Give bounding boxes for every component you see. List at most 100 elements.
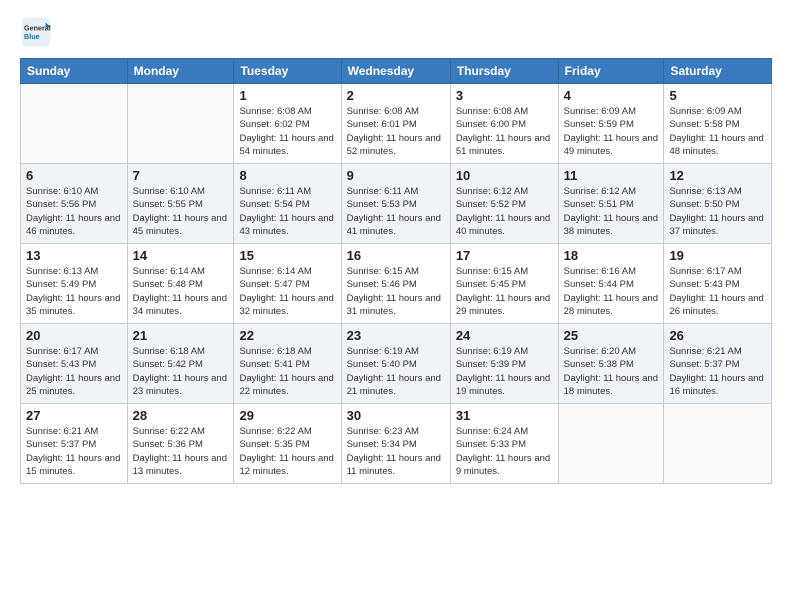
day-number: 28 (133, 408, 229, 423)
day-info: Sunrise: 6:23 AM Sunset: 5:34 PM Dayligh… (347, 425, 445, 478)
day-number: 20 (26, 328, 122, 343)
header: General Blue (20, 16, 772, 48)
calendar-cell: 26Sunrise: 6:21 AM Sunset: 5:37 PM Dayli… (664, 324, 772, 404)
calendar-cell (558, 404, 664, 484)
calendar-cell: 28Sunrise: 6:22 AM Sunset: 5:36 PM Dayli… (127, 404, 234, 484)
day-number: 27 (26, 408, 122, 423)
calendar-cell: 23 Sunrise: 6:19 AM Sunset: 5:40 PM Dayli… (341, 324, 450, 404)
day-number: 10 (456, 168, 553, 183)
day-info: Sunrise: 6:10 AM Sunset: 5:56 PM Dayligh… (26, 185, 122, 238)
week-row-3: 13 Sunrise: 6:13 AM Sunset: 5:49 PM Dayli… (21, 244, 772, 324)
calendar-cell: 2Sunrise: 6:08 AM Sunset: 6:01 PM Daylig… (341, 84, 450, 164)
day-info: Sunrise: 6:20 AM Sunset: 5:38 PM Dayligh… (564, 345, 659, 398)
calendar-cell: 1 Sunrise: 6:08 AM Sunset: 6:02 PM Daylig… (234, 84, 341, 164)
calendar-cell: 18 Sunrise: 6:16 AM Sunset: 5:44 PM Dayli… (558, 244, 664, 324)
day-number: 13 (26, 248, 122, 263)
day-info: Sunrise: 6:19 AM Sunset: 5:40 PM Dayligh… (347, 345, 445, 398)
day-info: Sunrise: 6:11 AM Sunset: 5:53 PM Dayligh… (347, 185, 445, 238)
day-info: Sunrise: 6:12 AM Sunset: 5:51 PM Dayligh… (564, 185, 659, 238)
calendar-cell: 27 Sunrise: 6:21 AM Sunset: 5:37 PM Dayli… (21, 404, 128, 484)
weekday-sunday: Sunday (21, 59, 128, 84)
weekday-monday: Monday (127, 59, 234, 84)
weekday-header-row: SundayMondayTuesdayWednesdayThursdayFrid… (21, 59, 772, 84)
week-row-2: 6 Sunrise: 6:10 AM Sunset: 5:56 PM Daylig… (21, 164, 772, 244)
day-number: 29 (239, 408, 335, 423)
logo: General Blue (20, 16, 56, 48)
day-number: 9 (347, 168, 445, 183)
weekday-wednesday: Wednesday (341, 59, 450, 84)
calendar-cell (21, 84, 128, 164)
calendar-cell: 12 Sunrise: 6:13 AM Sunset: 5:50 PM Dayli… (664, 164, 772, 244)
calendar-cell: 14 Sunrise: 6:14 AM Sunset: 5:48 PM Dayli… (127, 244, 234, 324)
calendar-cell: 5 Sunrise: 6:09 AM Sunset: 5:58 PM Daylig… (664, 84, 772, 164)
calendar-cell: 10 Sunrise: 6:12 AM Sunset: 5:52 PM Dayli… (450, 164, 558, 244)
day-number: 15 (239, 248, 335, 263)
day-number: 11 (564, 168, 659, 183)
day-info: Sunrise: 6:08 AM Sunset: 6:00 PM Dayligh… (456, 105, 553, 158)
calendar-cell: 24 Sunrise: 6:19 AM Sunset: 5:39 PM Dayli… (450, 324, 558, 404)
day-number: 2 (347, 88, 445, 103)
calendar-table: SundayMondayTuesdayWednesdayThursdayFrid… (20, 58, 772, 484)
calendar-cell: 29 Sunrise: 6:22 AM Sunset: 5:35 PM Dayli… (234, 404, 341, 484)
day-info: Sunrise: 6:24 AM Sunset: 5:33 PM Dayligh… (456, 425, 553, 478)
week-row-5: 27 Sunrise: 6:21 AM Sunset: 5:37 PM Dayli… (21, 404, 772, 484)
day-number: 18 (564, 248, 659, 263)
day-number: 1 (239, 88, 335, 103)
calendar-cell: 3Sunrise: 6:08 AM Sunset: 6:00 PM Daylig… (450, 84, 558, 164)
weekday-saturday: Saturday (664, 59, 772, 84)
day-info: Sunrise: 6:21 AM Sunset: 5:37 PM Dayligh… (26, 425, 122, 478)
day-info: Sunrise: 6:10 AM Sunset: 5:55 PM Dayligh… (133, 185, 229, 238)
day-number: 30 (347, 408, 445, 423)
day-info: Sunrise: 6:17 AM Sunset: 5:43 PM Dayligh… (669, 265, 766, 318)
calendar-cell (127, 84, 234, 164)
day-info: Sunrise: 6:09 AM Sunset: 5:59 PM Dayligh… (564, 105, 659, 158)
calendar-cell: 9 Sunrise: 6:11 AM Sunset: 5:53 PM Daylig… (341, 164, 450, 244)
day-info: Sunrise: 6:16 AM Sunset: 5:44 PM Dayligh… (564, 265, 659, 318)
day-info: Sunrise: 6:12 AM Sunset: 5:52 PM Dayligh… (456, 185, 553, 238)
calendar-cell: 7 Sunrise: 6:10 AM Sunset: 5:55 PM Daylig… (127, 164, 234, 244)
day-info: Sunrise: 6:18 AM Sunset: 5:42 PM Dayligh… (133, 345, 229, 398)
day-number: 8 (239, 168, 335, 183)
day-info: Sunrise: 6:18 AM Sunset: 5:41 PM Dayligh… (239, 345, 335, 398)
svg-text:Blue: Blue (24, 32, 40, 41)
calendar-cell: 17Sunrise: 6:15 AM Sunset: 5:45 PM Dayli… (450, 244, 558, 324)
day-number: 6 (26, 168, 122, 183)
weekday-tuesday: Tuesday (234, 59, 341, 84)
day-info: Sunrise: 6:15 AM Sunset: 5:46 PM Dayligh… (347, 265, 445, 318)
calendar-cell: 16 Sunrise: 6:15 AM Sunset: 5:46 PM Dayli… (341, 244, 450, 324)
calendar-cell: 8Sunrise: 6:11 AM Sunset: 5:54 PM Daylig… (234, 164, 341, 244)
calendar-cell: 30 Sunrise: 6:23 AM Sunset: 5:34 PM Dayli… (341, 404, 450, 484)
weekday-thursday: Thursday (450, 59, 558, 84)
day-info: Sunrise: 6:22 AM Sunset: 5:35 PM Dayligh… (239, 425, 335, 478)
day-info: Sunrise: 6:13 AM Sunset: 5:49 PM Dayligh… (26, 265, 122, 318)
day-info: Sunrise: 6:19 AM Sunset: 5:39 PM Dayligh… (456, 345, 553, 398)
day-number: 21 (133, 328, 229, 343)
day-number: 12 (669, 168, 766, 183)
day-info: Sunrise: 6:13 AM Sunset: 5:50 PM Dayligh… (669, 185, 766, 238)
day-number: 5 (669, 88, 766, 103)
day-number: 24 (456, 328, 553, 343)
calendar-cell: 22 Sunrise: 6:18 AM Sunset: 5:41 PM Dayli… (234, 324, 341, 404)
day-info: Sunrise: 6:17 AM Sunset: 5:43 PM Dayligh… (26, 345, 122, 398)
day-info: Sunrise: 6:08 AM Sunset: 6:02 PM Dayligh… (239, 105, 335, 158)
day-info: Sunrise: 6:14 AM Sunset: 5:48 PM Dayligh… (133, 265, 229, 318)
day-number: 23 (347, 328, 445, 343)
calendar-cell: 20 Sunrise: 6:17 AM Sunset: 5:43 PM Dayli… (21, 324, 128, 404)
calendar-cell: 19 Sunrise: 6:17 AM Sunset: 5:43 PM Dayli… (664, 244, 772, 324)
calendar-cell: 21 Sunrise: 6:18 AM Sunset: 5:42 PM Dayli… (127, 324, 234, 404)
day-number: 26 (669, 328, 766, 343)
week-row-1: 1 Sunrise: 6:08 AM Sunset: 6:02 PM Daylig… (21, 84, 772, 164)
day-number: 7 (133, 168, 229, 183)
day-info: Sunrise: 6:09 AM Sunset: 5:58 PM Dayligh… (669, 105, 766, 158)
calendar-cell: 13 Sunrise: 6:13 AM Sunset: 5:49 PM Dayli… (21, 244, 128, 324)
day-number: 17 (456, 248, 553, 263)
day-info: Sunrise: 6:14 AM Sunset: 5:47 PM Dayligh… (239, 265, 335, 318)
day-number: 19 (669, 248, 766, 263)
day-number: 16 (347, 248, 445, 263)
day-number: 22 (239, 328, 335, 343)
day-number: 4 (564, 88, 659, 103)
calendar-cell: 6 Sunrise: 6:10 AM Sunset: 5:56 PM Daylig… (21, 164, 128, 244)
calendar-cell: 15 Sunrise: 6:14 AM Sunset: 5:47 PM Dayli… (234, 244, 341, 324)
page: General Blue SundayMondayTuesdayWednesda… (0, 0, 792, 612)
day-number: 14 (133, 248, 229, 263)
